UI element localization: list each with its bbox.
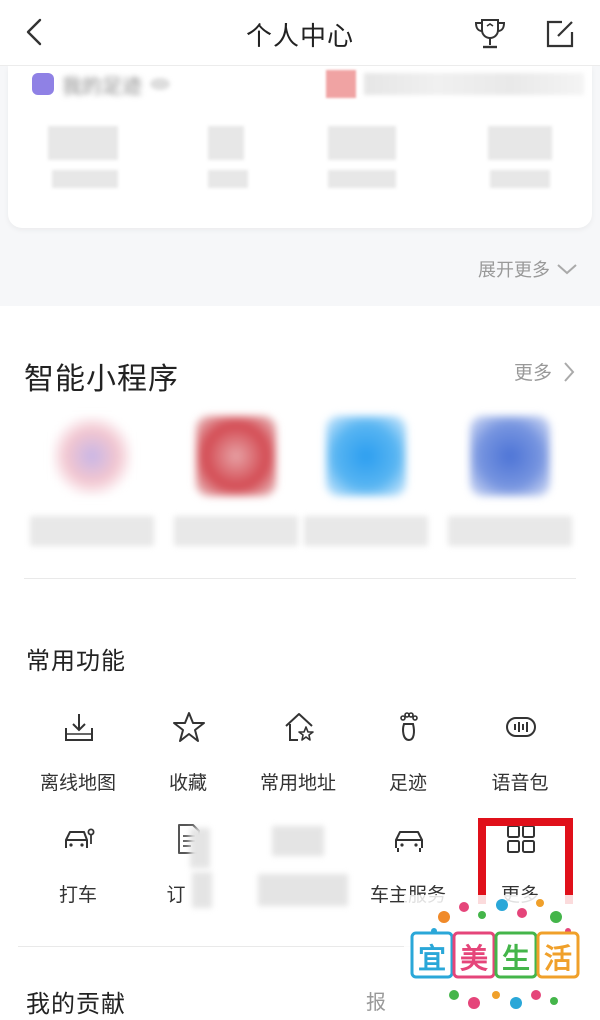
blurred-stat <box>488 126 552 160</box>
blurred-function-button[interactable] <box>238 812 358 912</box>
common-functions-title: 常用功能 <box>26 647 126 675</box>
mini-program-item[interactable] <box>296 410 436 560</box>
function-label: 常用地址 <box>259 772 336 794</box>
footprint-icon <box>400 712 418 742</box>
blurred-stat <box>328 170 396 188</box>
trophy-button[interactable] <box>470 14 510 54</box>
blurred-region <box>190 828 210 868</box>
top-bar: 个人中心 <box>0 0 600 66</box>
expand-more-button[interactable]: 展开更多 <box>478 256 578 282</box>
eye-icon[interactable] <box>150 78 170 90</box>
taxi-icon <box>65 828 95 848</box>
function-label: 订 <box>166 884 186 906</box>
star-icon <box>173 712 205 742</box>
edit-icon <box>546 20 574 48</box>
blurred-stat <box>48 126 118 160</box>
mini-programs-title: 智能小程序 <box>24 362 179 397</box>
watermark-char: 宜 <box>417 942 446 975</box>
footprint-section: 我的足迹 展开更多 <box>0 66 600 306</box>
edit-button[interactable] <box>540 14 580 54</box>
footprint-badge-icon <box>32 73 54 95</box>
mini-program-icon <box>470 416 550 496</box>
blurred-stat <box>52 170 118 188</box>
highlight-annotation <box>478 818 573 904</box>
blurred-stat <box>328 126 396 160</box>
watermark-char: 美 <box>459 942 488 975</box>
blurred-region <box>192 872 212 908</box>
chevron-right-icon <box>564 361 575 382</box>
offline-map-button[interactable]: 离线地图 <box>18 700 138 800</box>
car-icon <box>395 831 423 852</box>
page-title: 个人中心 <box>245 22 354 52</box>
chevron-down-icon <box>557 264 577 275</box>
function-label: 语音包 <box>491 772 549 794</box>
voice-pack-button[interactable]: 语音包 <box>460 700 580 800</box>
blurred-icon <box>272 826 324 856</box>
expand-more-label: 展开更多 <box>478 260 550 281</box>
voice-pack-icon <box>506 717 536 737</box>
favorites-button[interactable]: 收藏 <box>128 700 248 800</box>
mini-program-label <box>30 516 154 546</box>
watermark-char: 生 <box>501 942 530 975</box>
mini-program-icon <box>52 416 132 496</box>
blurred-stat <box>490 170 550 188</box>
mini-program-item[interactable] <box>22 410 162 560</box>
more-label: 更多 <box>513 362 552 384</box>
contribution-title: 我的贡献 <box>26 990 126 1018</box>
mini-program-label <box>174 516 298 546</box>
function-label: 离线地图 <box>39 772 116 794</box>
watermark-logo: 宜 美 生 活 <box>404 895 594 1015</box>
mini-program-list <box>0 410 600 560</box>
download-tray-icon <box>65 714 93 741</box>
blurred-stat <box>208 126 244 160</box>
blurred-label <box>258 874 348 906</box>
orders-button[interactable]: 订 <box>128 812 248 912</box>
common-address-button[interactable]: 常用地址 <box>238 700 358 800</box>
function-label: 收藏 <box>168 772 207 794</box>
mini-program-item[interactable] <box>166 410 306 560</box>
blurred-tag-text <box>364 73 584 95</box>
blurred-tag <box>326 70 584 98</box>
footprint-label: 我的足迹 <box>62 73 142 98</box>
contribution-report-link[interactable]: 报 <box>366 986 386 1015</box>
mini-program-label <box>448 516 572 546</box>
watermark-char: 活 <box>543 942 572 975</box>
divider <box>24 578 576 579</box>
mini-program-item[interactable] <box>440 410 580 560</box>
footprint-header: 我的足迹 <box>32 70 170 98</box>
mini-program-icon <box>326 416 406 496</box>
home-star-icon <box>285 713 314 741</box>
trophy-icon <box>474 19 506 49</box>
mini-program-icon <box>196 416 276 496</box>
mini-programs-more-link[interactable]: 更多 <box>514 358 576 385</box>
blurred-tag-icon <box>326 70 356 98</box>
footprint-card[interactable]: 我的足迹 <box>8 66 592 228</box>
mini-program-label <box>304 516 428 546</box>
footprint-button[interactable]: 足迹 <box>348 700 468 800</box>
function-label: 足迹 <box>388 772 427 794</box>
blurred-stat <box>208 170 248 188</box>
